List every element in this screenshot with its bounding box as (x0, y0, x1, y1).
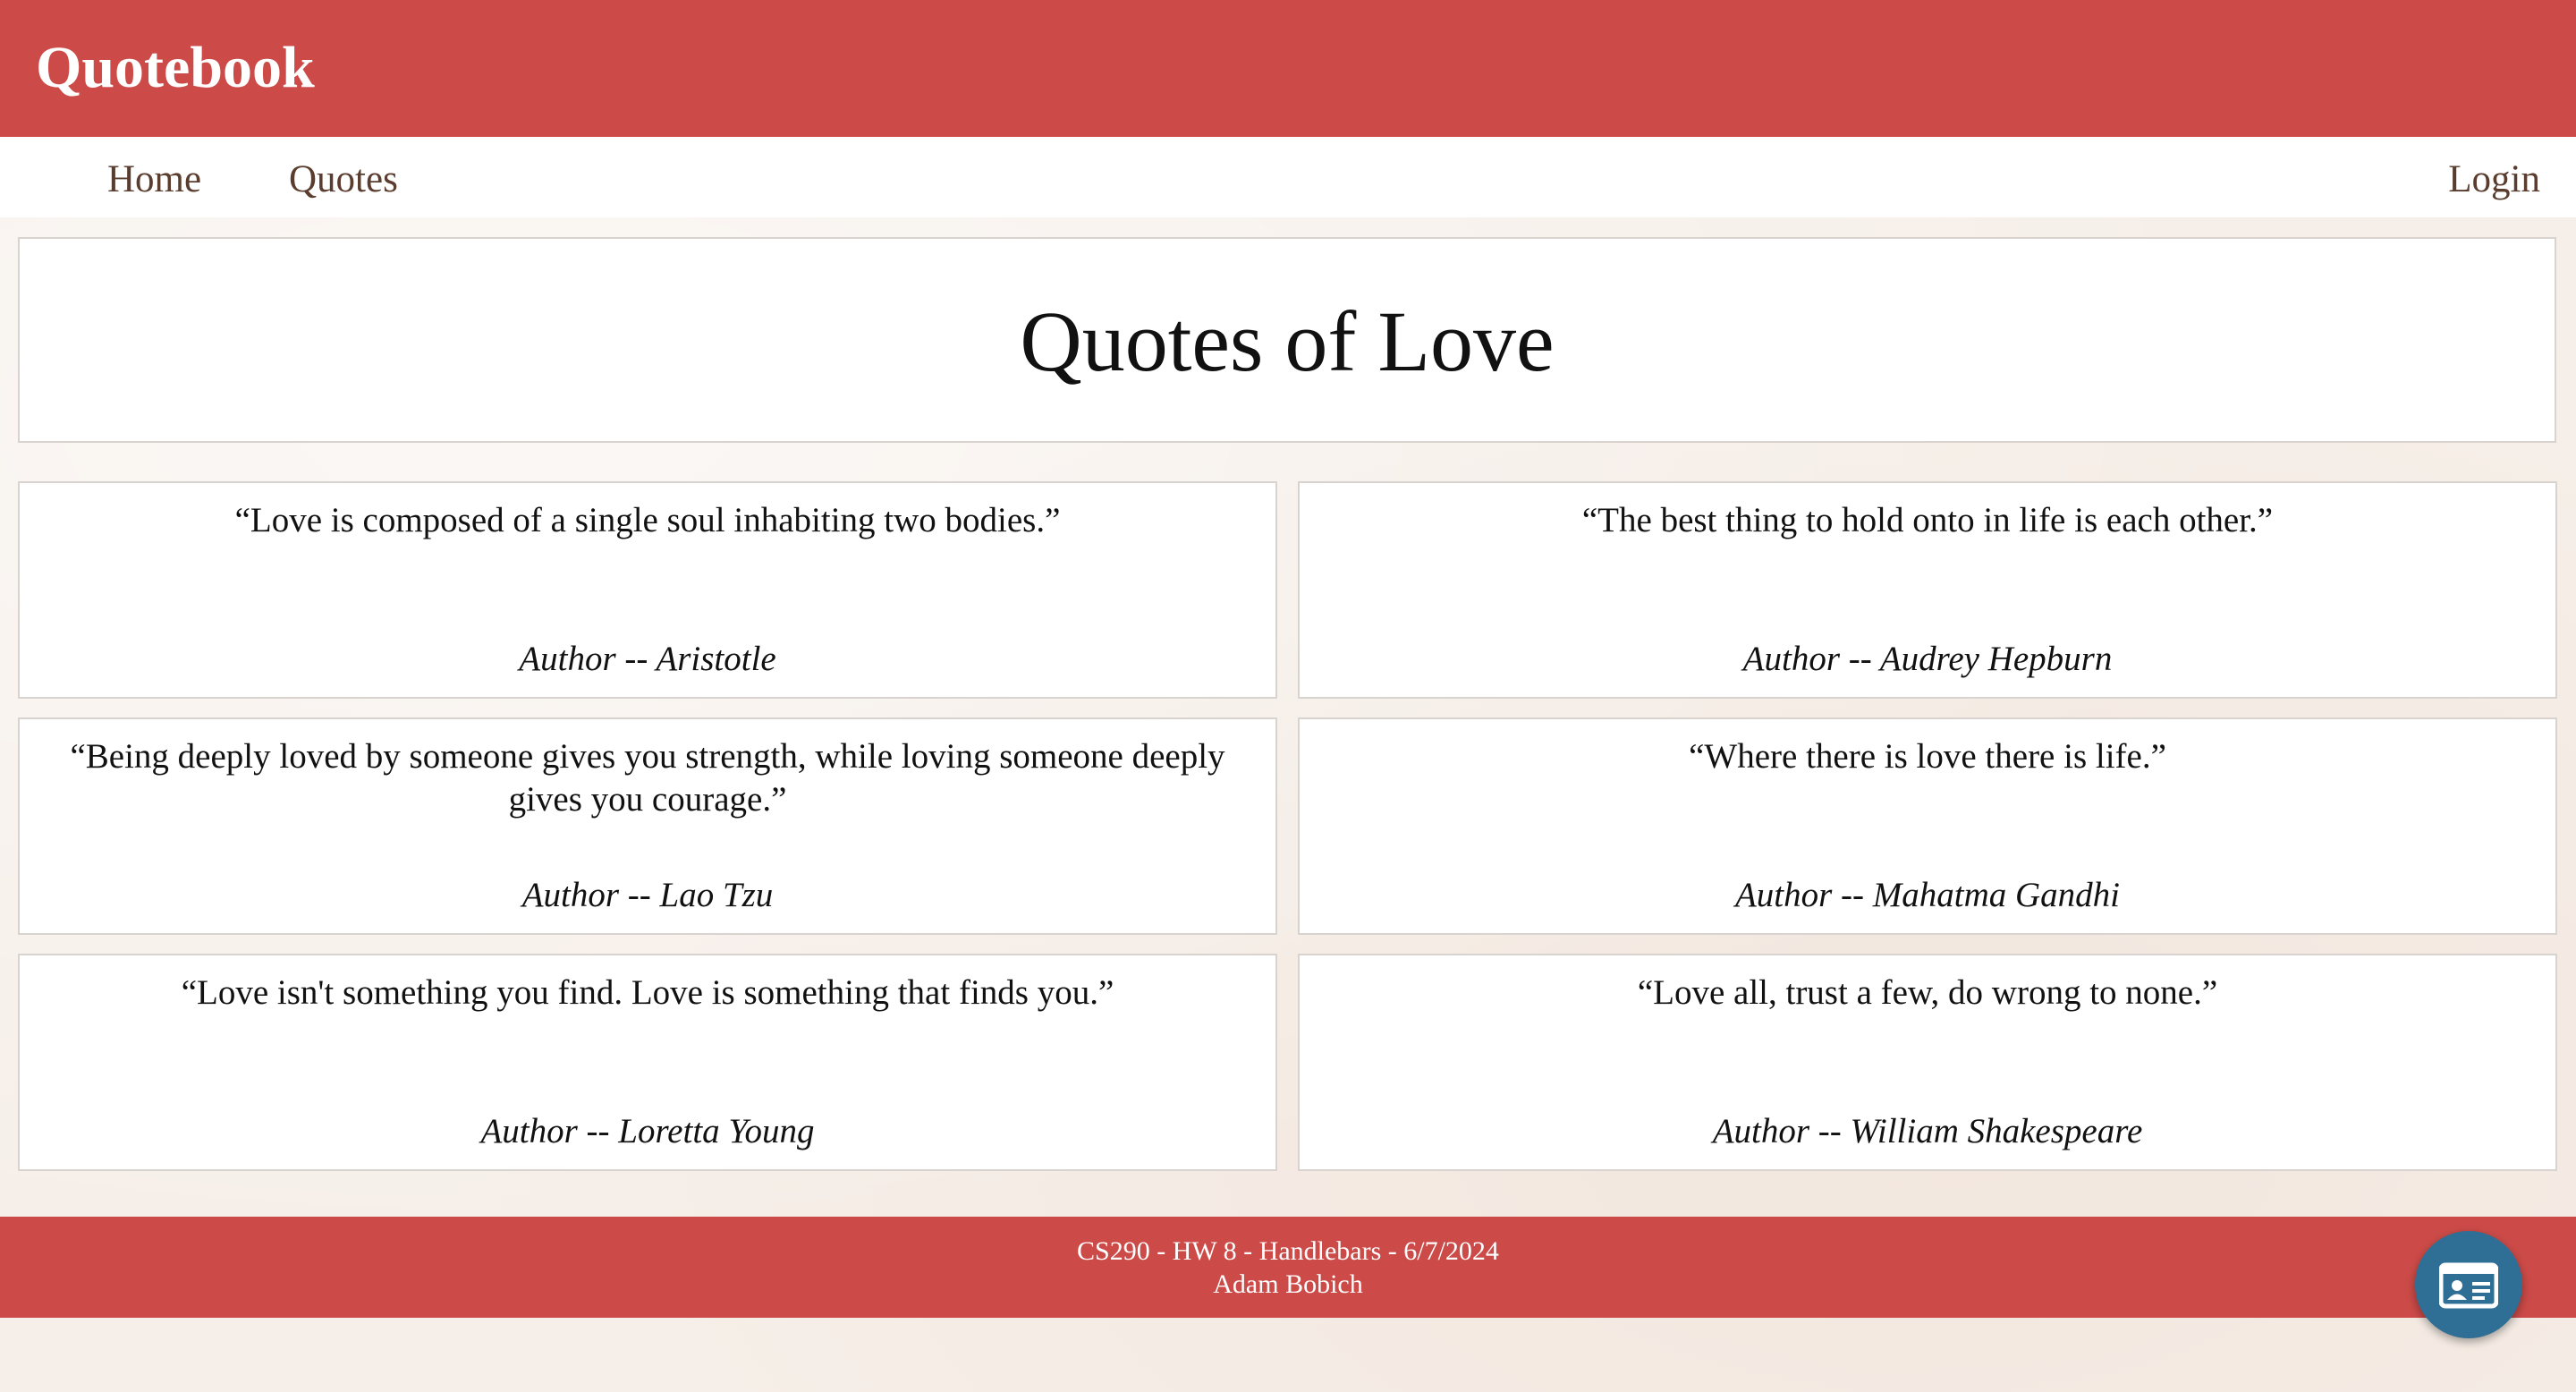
quote-text: “Being deeply loved by someone gives you… (70, 737, 1225, 819)
title-card: Quotes of Love (18, 237, 2556, 443)
quote-author: Author -- Mahatma Gandhi (1734, 876, 2121, 914)
quote-card: “The best thing to hold onto in life is … (1298, 481, 2557, 699)
quote-card: “Where there is love there is life.” Aut… (1298, 717, 2557, 935)
quote-author: Author -- Lao Tzu (521, 876, 774, 914)
quote-text: “Love all, trust a few, do wrong to none… (1637, 973, 2218, 1012)
quote-author: Author -- Aristotle (519, 640, 776, 678)
site-header: Quotebook (0, 0, 2576, 137)
quote-card: “Love is composed of a single soul inhab… (18, 481, 1277, 699)
quote-card: “Love isn't something you find. Love is … (18, 954, 1277, 1171)
quote-author: Author -- Audrey Hepburn (1742, 640, 2113, 678)
nav-quotes-link[interactable]: Quotes (289, 155, 398, 205)
footer-author: Adam Bobich (1213, 1269, 1363, 1299)
quote-card: “Love all, trust a few, do wrong to none… (1298, 954, 2557, 1171)
quote-author: Author -- Loretta Young (480, 1112, 815, 1150)
brand-logo-text[interactable]: Quotebook (36, 32, 315, 104)
id-card-icon (2439, 1262, 2498, 1309)
nav-bar: Home Quotes Login (0, 137, 2576, 217)
quote-text: “Where there is love there is life.” (1689, 737, 2166, 776)
quote-author: Author -- William Shakespeare (1712, 1112, 2143, 1150)
page-title: Quotes of Love (1020, 293, 1555, 389)
quote-card: “Being deeply loved by someone gives you… (18, 717, 1277, 935)
contact-card-button[interactable] (2415, 1231, 2522, 1338)
quote-text: “Love is composed of a single soul inhab… (234, 501, 1061, 539)
site-footer: CS290 - HW 8 - Handlebars - 6/7/2024 Ada… (0, 1217, 2576, 1318)
footer-course-info: CS290 - HW 8 - Handlebars - 6/7/2024 (1077, 1236, 1499, 1266)
quote-text: “The best thing to hold onto in life is … (1581, 501, 2274, 539)
nav-home-link[interactable]: Home (107, 155, 201, 205)
quote-text: “Love isn't something you find. Love is … (181, 973, 1114, 1012)
nav-login-link[interactable]: Login (2448, 155, 2540, 205)
